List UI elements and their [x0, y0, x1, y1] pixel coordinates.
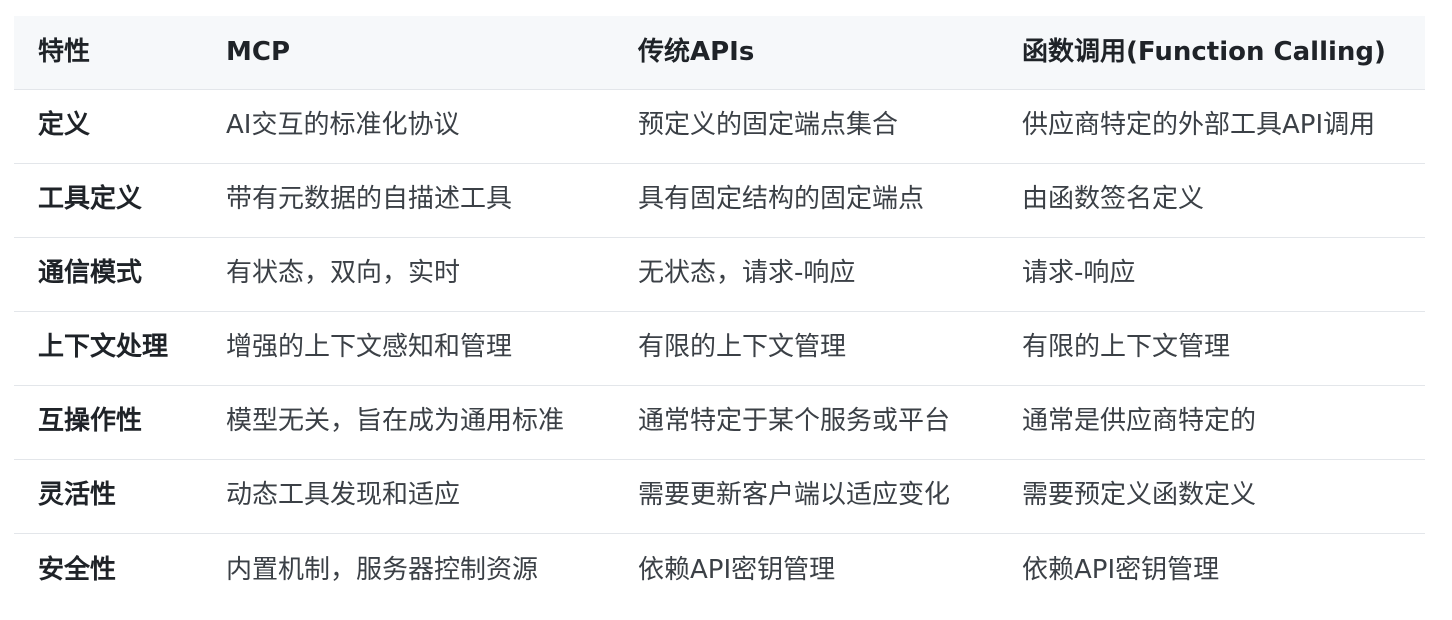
traditional-apis-cell: 具有固定结构的固定端点 — [614, 163, 998, 238]
feature-cell: 通信模式 — [14, 237, 202, 312]
feature-cell: 上下文处理 — [14, 311, 202, 386]
comparison-table: 特性 MCP 传统APIs 函数调用(Function Calling) 定义 … — [14, 16, 1425, 607]
function-calling-cell: 供应商特定的外部工具API调用 — [998, 89, 1425, 164]
function-calling-cell: 需要预定义函数定义 — [998, 459, 1425, 534]
mcp-cell: 内置机制，服务器控制资源 — [226, 554, 539, 585]
header-function-calling: 函数调用(Function Calling) — [998, 16, 1425, 90]
traditional-apis-cell: 通常特定于某个服务或平台 — [614, 385, 998, 460]
header-feature: 特性 — [14, 16, 202, 90]
traditional-apis-cell: 有限的上下文管理 — [614, 311, 998, 386]
traditional-apis-cell: 无状态，请求-响应 — [614, 237, 998, 312]
function-calling-cell: 依赖API密钥管理 — [1022, 554, 1220, 585]
traditional-apis-cell: 依赖API密钥管理 — [638, 554, 836, 585]
mcp-cell: 带有元数据的自描述工具 — [202, 163, 614, 238]
header-traditional-apis: 传统APIs — [614, 16, 998, 90]
function-calling-cell: 由函数签名定义 — [998, 163, 1425, 238]
table-row: 灵活性 动态工具发现和适应 需要更新客户端以适应变化 需要预定义函数定义 — [14, 459, 1425, 534]
function-calling-cell: 通常是供应商特定的 — [998, 385, 1425, 460]
table-row: 工具定义 带有元数据的自描述工具 具有固定结构的固定端点 由函数签名定义 — [14, 163, 1425, 238]
traditional-apis-cell: 需要更新客户端以适应变化 — [614, 459, 998, 534]
table-row: 安全性 内置机制，服务器控制资源 依赖API密钥管理 依赖API密钥管理 — [14, 533, 1425, 607]
table-row: 通信模式 有状态，双向，实时 无状态，请求-响应 请求-响应 — [14, 237, 1425, 312]
table-row: 定义 AI交互的标准化协议 预定义的固定端点集合 供应商特定的外部工具API调用 — [14, 89, 1425, 164]
table-body: 定义 AI交互的标准化协议 预定义的固定端点集合 供应商特定的外部工具API调用… — [14, 89, 1425, 607]
comparison-table-container: 特性 MCP 传统APIs 函数调用(Function Calling) 定义 … — [14, 16, 1425, 607]
feature-cell: 灵活性 — [14, 459, 202, 534]
mcp-cell: 增强的上下文感知和管理 — [202, 311, 614, 386]
table-row: 上下文处理 增强的上下文感知和管理 有限的上下文管理 有限的上下文管理 — [14, 311, 1425, 386]
mcp-cell: 动态工具发现和适应 — [202, 459, 614, 534]
traditional-apis-cell: 预定义的固定端点集合 — [614, 89, 998, 164]
mcp-cell: 模型无关，旨在成为通用标准 — [202, 385, 614, 460]
function-calling-cell: 有限的上下文管理 — [998, 311, 1425, 386]
table-header: 特性 MCP 传统APIs 函数调用(Function Calling) — [14, 16, 1425, 90]
function-calling-cell: 请求-响应 — [998, 237, 1425, 312]
header-mcp: MCP — [202, 16, 614, 90]
header-row: 特性 MCP 传统APIs 函数调用(Function Calling) — [14, 16, 1425, 90]
feature-cell: 安全性 — [38, 554, 117, 585]
mcp-cell: 有状态，双向，实时 — [202, 237, 614, 312]
table-row: 互操作性 模型无关，旨在成为通用标准 通常特定于某个服务或平台 通常是供应商特定… — [14, 385, 1425, 460]
feature-cell: 互操作性 — [14, 385, 202, 460]
feature-cell: 工具定义 — [14, 163, 202, 238]
mcp-cell: AI交互的标准化协议 — [202, 89, 614, 164]
feature-cell: 定义 — [14, 89, 202, 164]
